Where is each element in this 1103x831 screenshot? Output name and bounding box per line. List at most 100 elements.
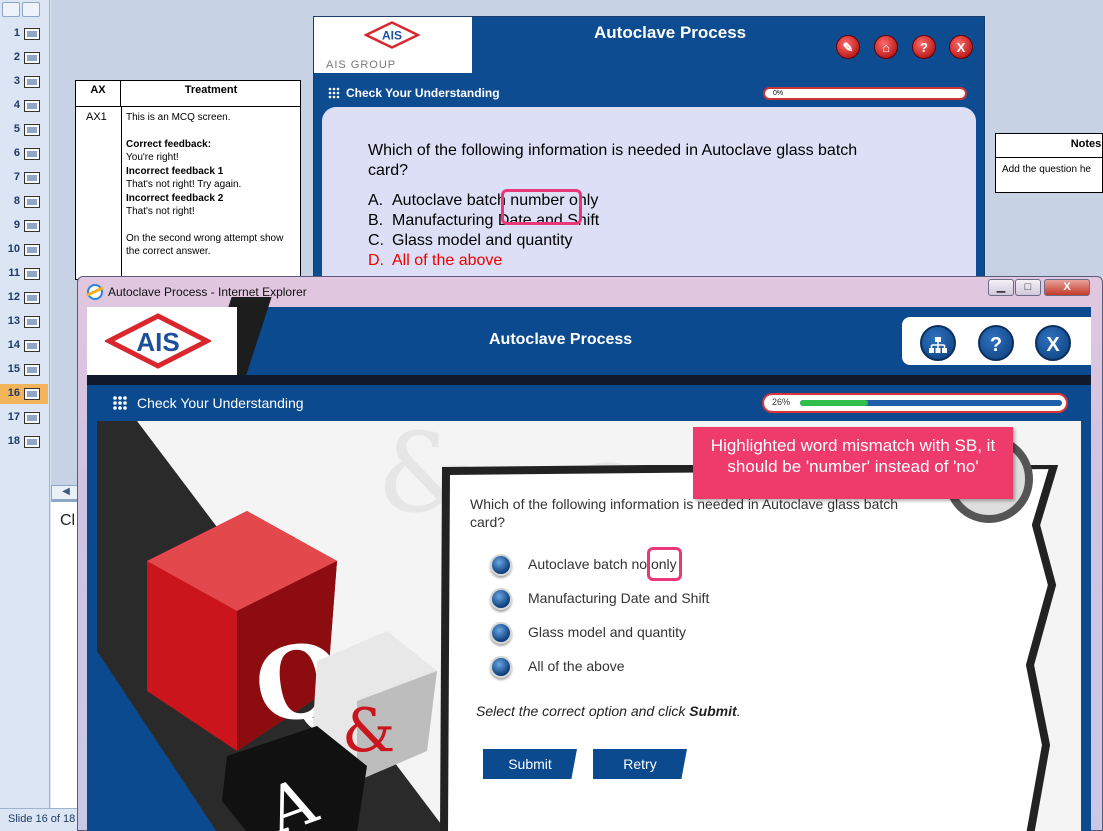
window-controls: ▁ □ X — [988, 279, 1096, 297]
slide-thumbnail-icon — [24, 316, 40, 328]
status-bar: Slide 16 of 18 — [0, 808, 80, 831]
slide-thumbnail[interactable]: 18 — [0, 432, 48, 452]
slide-thumbnail-icon — [24, 28, 40, 40]
section-label: Check Your Understanding — [137, 395, 304, 411]
course-word-highlight — [647, 547, 682, 581]
slide-thumbnail[interactable]: 15 — [0, 360, 48, 380]
slide-thumbnail[interactable]: 17 — [0, 408, 48, 428]
slide-thumbnail-icon — [24, 268, 40, 280]
window-title: Autoclave Process - Internet Explorer — [108, 285, 307, 299]
slide-number: 5 — [13, 123, 20, 135]
slide-number: 6 — [13, 147, 20, 159]
slide-thumbnail[interactable]: 1 — [0, 24, 48, 44]
option-label: Glass model and quantity — [528, 624, 686, 640]
storyboard-progress-label: 0% — [773, 90, 784, 97]
close-window-button[interactable]: X — [1044, 279, 1090, 296]
ais-logo-icon: AIS — [364, 21, 420, 49]
course-progress-bar: 26% — [762, 393, 1068, 413]
column-divider — [121, 107, 122, 281]
maximize-button[interactable]: □ — [1015, 279, 1041, 296]
slide-thumbnail[interactable]: 6 — [0, 144, 48, 164]
slide-thumbnail[interactable]: 16 — [0, 384, 48, 404]
slide-thumbnail[interactable]: 9 — [0, 216, 48, 236]
slide-thumbnail[interactable]: 3 — [0, 72, 48, 92]
notes-cell: Add the question he — [1002, 164, 1091, 175]
slide-thumbnail[interactable]: 11 — [0, 264, 48, 284]
instruction-text: Select the correct option and click Subm… — [476, 703, 741, 719]
notes-header: Notes — [996, 134, 1102, 158]
storyboard-sitemap-button[interactable]: ⌂ — [874, 35, 898, 59]
slide-thumbnail[interactable]: 10 — [0, 240, 48, 260]
treatment-line: This is an MCQ screen. — [126, 112, 231, 123]
slide-thumbnail[interactable]: 13 — [0, 312, 48, 332]
logo-text: AIS — [136, 327, 179, 357]
storyboard-exit-button[interactable]: X — [949, 35, 973, 59]
header-button-group: ? X — [902, 317, 1091, 365]
sitemap-icon — [929, 337, 947, 353]
correct-feedback-text: You're right! — [126, 152, 179, 163]
ais-logo-icon: AIS — [105, 313, 211, 369]
sitemap-button[interactable] — [920, 325, 956, 361]
pane-tabs — [2, 2, 46, 18]
slide-thumbnail[interactable]: 2 — [0, 48, 48, 68]
slide-thumbnail[interactable]: 7 — [0, 168, 48, 188]
radio-button[interactable] — [490, 622, 512, 644]
question-text: Which of the following information is ne… — [470, 496, 899, 530]
storyboard-word-highlight — [501, 189, 582, 225]
storyboard-progress-bar: 0% — [763, 87, 967, 100]
radio-button[interactable] — [490, 588, 512, 610]
minimize-button[interactable]: ▁ — [988, 279, 1014, 296]
slide-number: 14 — [7, 339, 20, 351]
header-divider — [87, 375, 1091, 385]
incorrect-feedback-2-title: Incorrect feedback 2 — [126, 192, 224, 204]
slide-number: 18 — [7, 435, 20, 447]
option-label: Manufacturing Date and Shift — [528, 590, 710, 606]
slide-number: 7 — [13, 171, 20, 183]
notes-table: Notes Add the question he — [995, 133, 1103, 193]
slide-thumbnail-icon — [24, 76, 40, 88]
slide-thumbnail[interactable]: 5 — [0, 120, 48, 140]
outline-tab[interactable] — [22, 2, 40, 17]
progress-track — [800, 400, 1062, 406]
slides-tab[interactable] — [2, 2, 20, 17]
slide-number: 4 — [13, 99, 20, 111]
qa-dice-illustration: Q & A — [147, 511, 437, 831]
slide-thumbnail[interactable]: 14 — [0, 336, 48, 356]
slide-number: 9 — [13, 219, 20, 231]
slide-number: 15 — [7, 363, 20, 375]
storyboard-logo: AIS AIS GROUP — [314, 17, 472, 73]
slide-number: 12 — [7, 291, 20, 303]
logo-text: AIS — [382, 29, 402, 43]
storyboard-resources-button[interactable]: ✎ — [836, 35, 860, 59]
slide-thumbnail[interactable]: 4 — [0, 96, 48, 116]
incorrect-feedback-2-text: That's not right! — [126, 206, 195, 217]
storyboard-title: Autoclave Process — [594, 23, 747, 42]
slide-thumbnail[interactable]: 12 — [0, 288, 48, 308]
option-label: All of the above — [528, 658, 625, 674]
submit-button[interactable]: Submit — [483, 749, 577, 779]
radio-button[interactable] — [490, 554, 512, 576]
slide-thumbnail[interactable]: 8 — [0, 192, 48, 212]
section-bar: Check Your Understanding 26% — [87, 385, 1091, 421]
slide-number: 16 — [7, 387, 20, 399]
help-button[interactable]: ? — [978, 325, 1014, 361]
ax-cell: AX1 — [86, 111, 107, 123]
progress-label: 26% — [772, 397, 791, 407]
logo-subtitle: AIS GROUP — [326, 59, 397, 71]
storyboard-help-button[interactable]: ? — [912, 35, 936, 59]
slide-thumbnail-icon — [24, 124, 40, 136]
retry-button[interactable]: Retry — [593, 749, 687, 779]
course-header: AIS Autoclave Process ? X — [87, 297, 1091, 387]
slide-thumbnail-icon — [24, 148, 40, 160]
correct-feedback-title: Correct feedback: — [126, 138, 212, 150]
incorrect-feedback-1-title: Incorrect feedback 1 — [126, 165, 224, 177]
notes-text: Cl — [60, 512, 76, 529]
column-header-treatment: Treatment — [121, 81, 301, 107]
exit-button[interactable]: X — [1035, 325, 1071, 361]
slide-thumbnail-icon — [24, 172, 40, 184]
slide-number: 13 — [7, 315, 20, 327]
slide-thumbnail-pane: 1 2 3 4 5 6 7 8 9 10 11 12 13 14 15 16 17 18 — [0, 0, 50, 831]
slide-thumbnail-icon — [24, 220, 40, 232]
second-attempt-note: On the second wrong attempt show the cor… — [126, 232, 284, 258]
radio-button[interactable] — [490, 656, 512, 678]
